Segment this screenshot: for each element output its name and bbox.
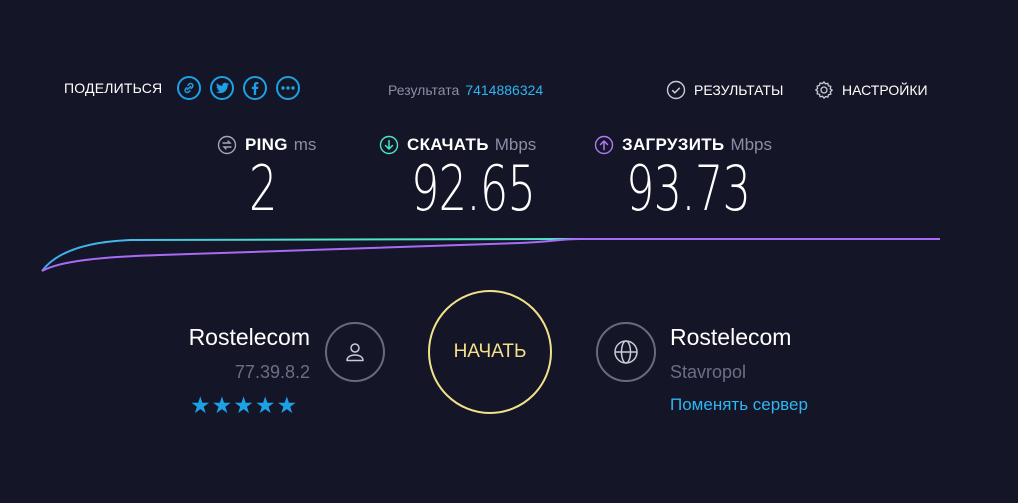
- start-button[interactable]: НАЧАТЬ: [428, 290, 552, 414]
- result-id: Результата 7414886324: [388, 82, 543, 98]
- settings-link[interactable]: НАСТРОЙКИ: [814, 80, 928, 100]
- change-server-link[interactable]: Поменять сервер: [670, 395, 808, 415]
- results-link[interactable]: РЕЗУЛЬТАТЫ: [666, 80, 783, 100]
- globe-icon: [596, 322, 656, 382]
- upload-line: [41, 238, 940, 272]
- upload-value: 93.73: [626, 152, 751, 225]
- result-id-link[interactable]: 7414886324: [465, 82, 543, 98]
- speed-graph: [41, 238, 940, 272]
- settings-label: НАСТРОЙКИ: [842, 82, 928, 98]
- check-circle-icon: [666, 80, 686, 100]
- upload-arrow-icon: [594, 135, 614, 155]
- facebook-icon[interactable]: [243, 76, 268, 100]
- server-name: Rostelecom: [670, 324, 792, 350]
- gear-icon: [815, 81, 833, 99]
- result-id-label: Результата: [388, 82, 460, 98]
- isp-rating: ★★★★★: [190, 392, 299, 418]
- user-icon: [325, 322, 385, 382]
- ping-value: 2: [249, 152, 277, 225]
- server-city: Stavropol: [670, 362, 747, 382]
- isp-name: Rostelecom: [188, 324, 310, 350]
- ping-unit: ms: [293, 135, 317, 154]
- twitter-icon[interactable]: [210, 76, 235, 100]
- download-value: 92.65: [411, 152, 536, 225]
- link-icon[interactable]: [177, 76, 202, 100]
- isp-ip: 77.39.8.2: [234, 362, 310, 382]
- download-arrow-icon: [379, 135, 399, 155]
- results-label: РЕЗУЛЬТАТЫ: [694, 82, 784, 98]
- share-label: ПОДЕЛИТЬСЯ: [64, 80, 163, 96]
- start-button-label: НАЧАТЬ: [453, 341, 527, 362]
- ping-icon: [217, 135, 237, 155]
- share-bar: ПОДЕЛИТЬСЯ: [64, 76, 301, 100]
- more-icon[interactable]: [276, 76, 301, 100]
